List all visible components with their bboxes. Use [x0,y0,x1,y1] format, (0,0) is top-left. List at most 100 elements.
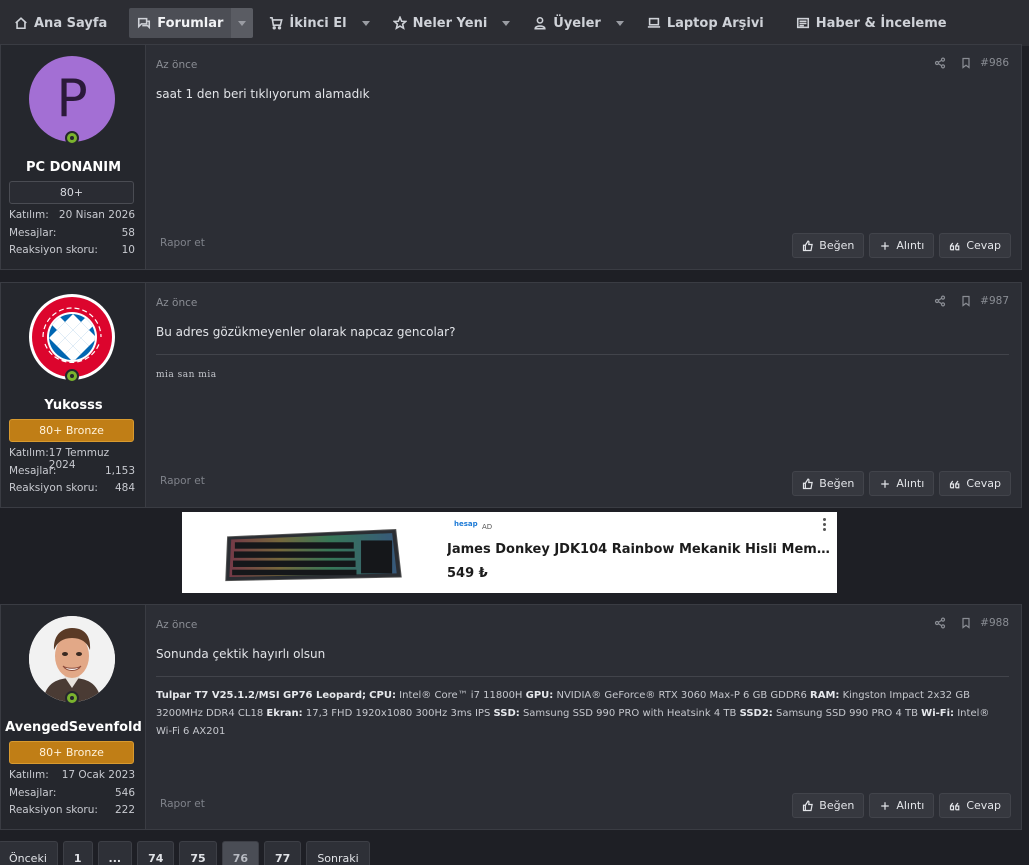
plus-icon [881,479,890,488]
quote-button[interactable]: Alıntı [869,233,935,258]
post-actions: Beğen Alıntı Cevap [787,233,1011,258]
quote-button[interactable]: Alıntı [869,793,935,818]
share-icon[interactable] [934,57,946,69]
quote-button[interactable]: Alıntı [869,471,935,496]
user-icon [534,16,546,30]
post-time[interactable]: Az önce [156,297,197,309]
stat-value: 20 Nisan 2026 [58,209,135,221]
reply-button[interactable]: Cevap [939,233,1011,258]
ad-price: 549 ₺ [447,566,488,581]
nav-second-hand-label: İkinci El [289,15,347,31]
user-photo-avatar [29,616,115,702]
stat-value: 222 [114,804,135,816]
post-number[interactable]: #986 [980,57,1009,69]
thumbs-up-icon [803,478,814,489]
stat-label: Reaksiyon skoru: [9,244,98,256]
ad-title[interactable]: James Donkey JDK104 Rainbow Mekanik Hisl… [447,542,832,557]
share-icon[interactable] [934,295,946,307]
page-75[interactable]: 75 [179,841,217,865]
sig-key: CPU: [369,690,396,701]
nav-whats-new[interactable]: Neler Yeni [385,8,496,38]
post-body: Az önce #988 Sonunda çektik hayırlı olsu… [146,605,1021,829]
prev-page-button[interactable]: Önceki [0,841,58,865]
nav-forums[interactable]: Forumlar [129,8,232,38]
stat-label: Reaksiyon skoru: [9,804,98,816]
user-title-badge: 80+ Bronze [9,419,134,442]
advertisement[interactable]: hesap AD James Donkey JDK104 Rainbow Mek… [182,512,837,593]
nav-forums-dropdown[interactable] [231,8,254,38]
post-number[interactable]: #988 [980,617,1009,629]
pagination: Önceki 1 ... 74 75 76 77 Sonraki [0,841,375,865]
online-status-icon [65,691,79,705]
sig-value: Samsung SSD 990 PRO 4 TB [775,708,918,719]
post-number[interactable]: #987 [980,295,1009,307]
avatar[interactable] [29,294,115,380]
nav-home[interactable]: Ana Sayfa [6,8,115,38]
quote-label: Alıntı [896,799,925,812]
page-77[interactable]: 77 [264,841,302,865]
post-user-info: P PC DONANIM 80+ Katılım: 20 Nisan 2026 M… [1,45,146,269]
nav-second-hand-dropdown[interactable] [355,8,377,38]
signature-divider [156,354,1009,355]
chat-icon [138,17,151,30]
nav-news-reviews[interactable]: Haber & İnceleme [788,8,955,38]
avatar-letter: P [56,69,88,129]
reply-button[interactable]: Cevap [939,471,1011,496]
quote-label: Alıntı [896,239,925,252]
report-link[interactable]: Rapor et [160,475,205,487]
post-time[interactable]: Az önce [156,59,197,71]
stat-label: Mesajlar: [9,786,57,799]
stat-value: 17 Ocak 2023 [61,769,135,781]
page-74[interactable]: 74 [137,841,175,865]
thumbs-up-icon [803,240,814,251]
laptop-icon [647,17,660,28]
avatar[interactable]: P [29,56,115,142]
nav-second-hand[interactable]: İkinci El [261,8,354,38]
more-options-icon[interactable] [823,518,827,533]
report-link[interactable]: Rapor et [160,798,205,810]
username[interactable]: AvengedSevenfold [1,720,146,735]
username[interactable]: Yukosss [1,398,146,413]
post-987: Yukosss 80+ Bronze Katılım: 17 Temmuz 202… [0,282,1022,508]
nav-members-label: Üyeler [553,15,601,31]
stat-label: Reaksiyon skoru: [9,482,98,494]
report-link[interactable]: Rapor et [160,237,205,249]
share-icon[interactable] [934,617,946,629]
online-status-icon [65,369,79,383]
sig-key: SSD2: [739,708,773,719]
nav-members-dropdown[interactable] [609,8,631,38]
bookmark-icon[interactable] [960,617,972,629]
cart-icon [270,16,284,30]
top-navigation: Ana Sayfa Forumlar İkinci El Neler Yeni … [0,0,1029,46]
like-button[interactable]: Beğen [792,471,865,496]
username[interactable]: PC DONANIM [1,160,146,175]
plus-icon [881,241,890,250]
post-tools: #988 [920,617,1009,629]
sig-model: Tulpar T7 V25.1.2/MSI GP76 Leopard; [156,690,366,701]
reply-button[interactable]: Cevap [939,793,1011,818]
bookmark-icon[interactable] [960,295,972,307]
post-message: Sonunda çektik hayırlı olsun [156,647,326,661]
nav-laptop-archive[interactable]: Laptop Arşivi [639,8,772,38]
like-button[interactable]: Beğen [792,233,865,258]
page-1[interactable]: 1 [62,841,93,865]
bookmark-icon[interactable] [960,57,972,69]
user-stats: Katılım: 17 Ocak 2023 Mesajlar: 546 Reaksi… [9,769,135,822]
next-page-button[interactable]: Sonraki [306,841,370,865]
signature: mia san mia [156,366,1007,384]
sig-value: 17,3 FHD 1920x1080 300Hz 3ms IPS [305,708,491,719]
ad-label: AD [482,523,493,531]
avatar[interactable] [29,616,115,702]
chevron-down-icon [502,20,511,26]
post-actions: Beğen Alıntı Cevap [787,793,1011,818]
chevron-down-icon [361,20,370,26]
post-time[interactable]: Az önce [156,619,197,631]
nav-whats-new-dropdown[interactable] [495,8,517,38]
page-ellipsis[interactable]: ... [97,841,133,865]
like-button[interactable]: Beğen [792,793,865,818]
nav-members[interactable]: Üyeler [525,8,609,38]
sig-key: RAM: [810,690,840,701]
quote-marks-icon [950,802,960,810]
nav-forums-label: Forumlar [157,15,224,31]
post-986: P PC DONANIM 80+ Katılım: 20 Nisan 2026 M… [0,44,1022,270]
